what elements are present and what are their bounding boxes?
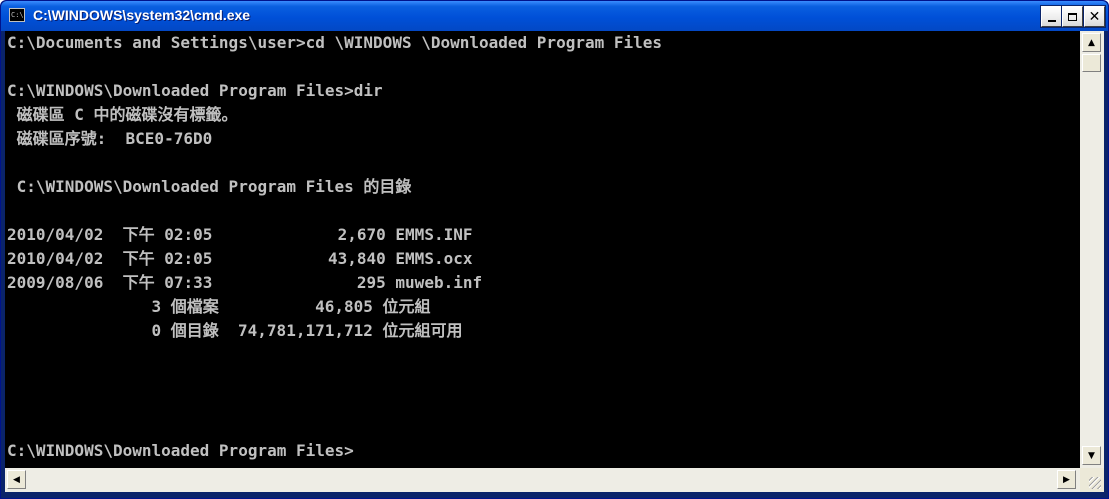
console-icon[interactable]: C:\ [9, 8, 25, 22]
cmd-window: C:\ C:\WINDOWS\system32\cmd.exe ✕ C:\Doc… [0, 0, 1109, 499]
maximize-icon [1068, 12, 1077, 21]
console-line: 磁碟區 C 中的磁碟沒有標籤。 [7, 105, 238, 124]
console-output[interactable]: C:\Documents and Settings\user>cd \WINDO… [5, 31, 1080, 468]
arrow-down-icon: ▼ [1088, 450, 1095, 461]
resize-grip[interactable] [1080, 468, 1104, 492]
resize-grip-icon [1089, 477, 1101, 489]
console-line: 2010/04/02 下午 02:05 43,840 EMMS.ocx [7, 249, 473, 268]
arrow-right-icon: ▶ [1063, 474, 1070, 485]
console-line: 2009/08/06 下午 07:33 295 muweb.inf [7, 273, 483, 292]
console-line: C:\WINDOWS\Downloaded Program Files 的目錄 [7, 177, 412, 196]
console-prompt: C:\WINDOWS\Downloaded Program Files> [7, 441, 354, 460]
arrow-left-icon: ◀ [13, 474, 20, 485]
vertical-scrollbar[interactable]: ▲ ▼ [1080, 31, 1104, 468]
close-button[interactable]: ✕ [1083, 5, 1106, 28]
minimize-button[interactable] [1040, 5, 1063, 28]
console-line: 磁碟區序號: BCE0-76D0 [7, 129, 213, 148]
minimize-icon [1047, 19, 1056, 22]
console-line: 3 個檔案 46,805 位元組 [7, 297, 431, 316]
console-line: 0 個目錄 74,781,171,712 位元組可用 [7, 321, 463, 340]
scroll-right-button[interactable]: ▶ [1057, 470, 1076, 489]
maximize-button[interactable] [1061, 5, 1084, 28]
scroll-up-button[interactable]: ▲ [1082, 33, 1101, 52]
console-line: C:\WINDOWS\Downloaded Program Files>dir [7, 81, 383, 100]
arrow-up-icon: ▲ [1088, 37, 1095, 48]
scroll-left-button[interactable]: ◀ [7, 470, 26, 489]
console-line: C:\Documents and Settings\user>cd \WINDO… [7, 33, 663, 52]
window-title: C:\WINDOWS\system32\cmd.exe [33, 7, 251, 23]
close-icon: ✕ [1088, 8, 1101, 25]
scroll-down-button[interactable]: ▼ [1082, 446, 1101, 465]
horizontal-scrollbar[interactable]: ◀ ▶ [5, 468, 1080, 492]
title-bar[interactable]: C:\ C:\WINDOWS\system32\cmd.exe ✕ [1, 1, 1108, 31]
console-line: 2010/04/02 下午 02:05 2,670 EMMS.INF [7, 225, 473, 244]
vertical-scroll-thumb[interactable] [1082, 54, 1101, 72]
